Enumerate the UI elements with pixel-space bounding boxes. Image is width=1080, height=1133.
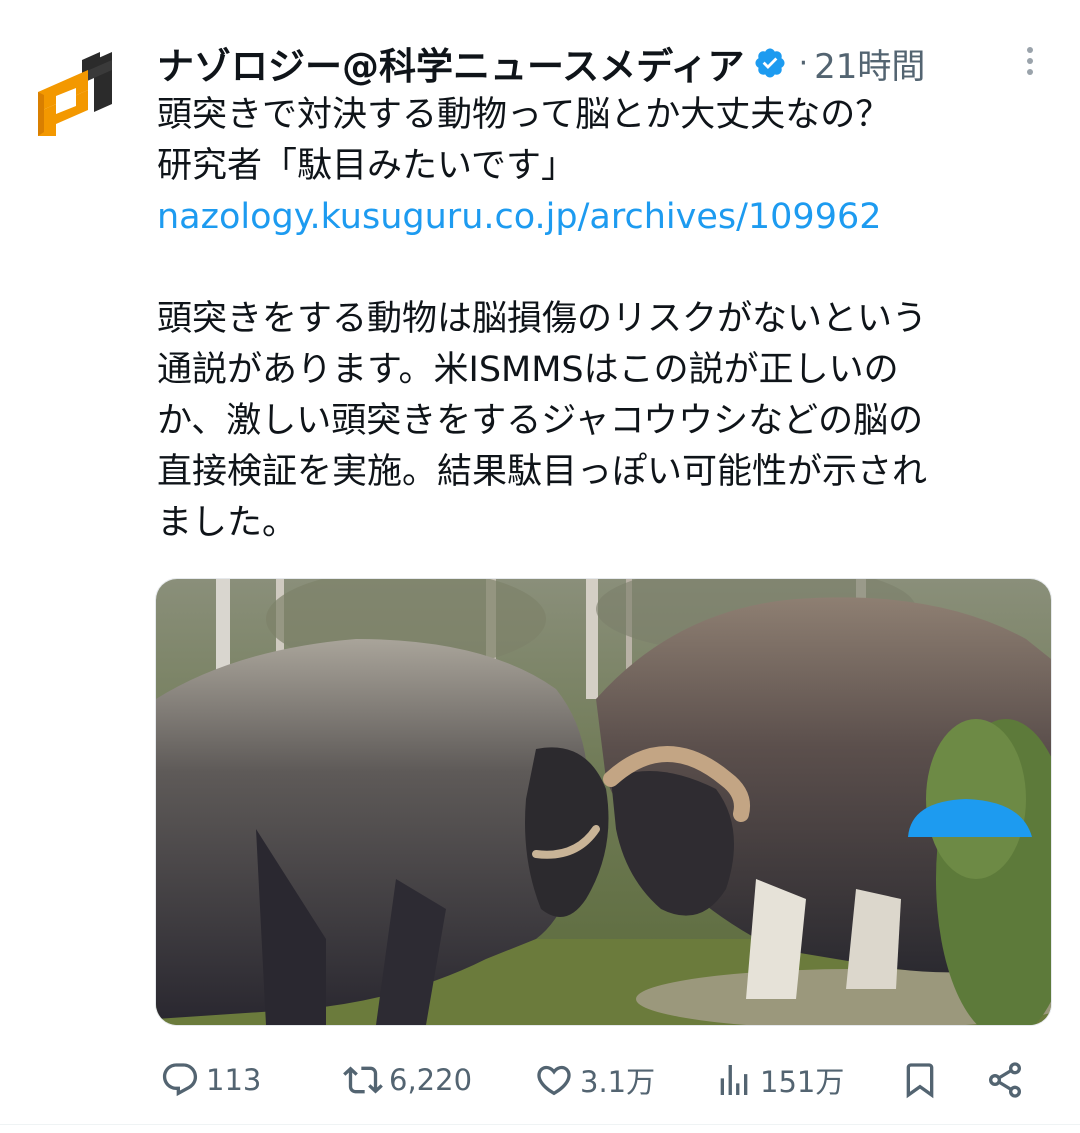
paragraph-line: か、激しい頭突きをするジャコウウシなどの脳の [157, 401, 924, 441]
author-name[interactable]: ナゾロジー@科学ニュースメディア [157, 36, 745, 90]
retweet-icon [343, 1066, 383, 1094]
more-vertical-icon [1027, 47, 1033, 53]
views-button[interactable]: 151万 [714, 1058, 844, 1102]
reply-button[interactable]: 113 [160, 1058, 261, 1102]
reply-icon [162, 1063, 198, 1097]
verified-badge-icon [755, 48, 785, 78]
tweet-body: 頭突きで対決する動物って脳とか大丈夫なの？ 研究者「駄目みたいです」 nazol… [157, 90, 1047, 549]
tweet-media-image[interactable] [155, 578, 1052, 1026]
avatar[interactable] [30, 40, 130, 140]
retweet-button[interactable]: 6,220 [343, 1058, 472, 1102]
paragraph-line: 直接検証を実施。結果駄目っぽい可能性が示され [157, 452, 928, 492]
views-count: 151万 [760, 1065, 845, 1099]
separator-dot: · [798, 45, 809, 81]
paragraph-line: 通説があります。米ISMMSはこの説が正しいの [157, 350, 899, 390]
article-link[interactable]: nazology.kusuguru.co.jp/archives/109962 [157, 192, 1047, 243]
bookmark-icon [906, 1063, 934, 1099]
divider [0, 1124, 1080, 1125]
more-options-button[interactable] [1022, 44, 1038, 84]
headline-line: 研究者「駄目みたいです」 [157, 146, 576, 186]
nazology-logo-icon [38, 52, 112, 136]
bookmark-button[interactable] [900, 1058, 940, 1102]
tweet-header: ナゾロジー@科学ニュースメディア · 21時間 [157, 38, 925, 88]
views-chart-icon [720, 1065, 748, 1095]
like-count: 3.1万 [580, 1065, 656, 1099]
headline-line: 頭突きで対決する動物って脳とか大丈夫なの？ [157, 95, 891, 135]
like-button[interactable]: 3.1万 [534, 1058, 655, 1102]
paragraph-line: 頭突きをする動物は脳損傷のリスクがないという [157, 299, 928, 339]
reply-count: 113 [206, 1063, 262, 1097]
retweet-count: 6,220 [389, 1063, 473, 1097]
tweet-timestamp[interactable]: 21時間 [814, 39, 925, 88]
musk-oxen-photo [156, 579, 1051, 1025]
heart-icon [537, 1065, 571, 1096]
paragraph-line: ました。 [157, 503, 298, 543]
share-icon [989, 1062, 1021, 1098]
tweet-actions: 113 6,220 3.1万 151万 [0, 1050, 1080, 1110]
share-button[interactable] [985, 1058, 1025, 1102]
